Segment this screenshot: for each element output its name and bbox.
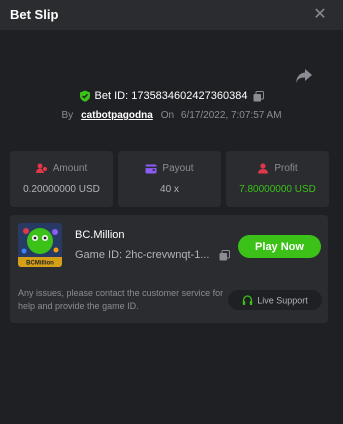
amount-card: Amount 0.20000000 USD (10, 151, 113, 207)
game-card: BCMillion BC.Million Game ID: 2hc-crevwn… (10, 215, 328, 323)
copy-icon[interactable] (253, 90, 265, 102)
by-label: By (61, 110, 74, 121)
on-label: On (160, 110, 175, 121)
bet-slip-header: Bet Slip ✕ (0, 0, 343, 30)
amount-value: 0.20000000 USD (23, 184, 100, 195)
bettor-username[interactable]: catbotpagodna (81, 110, 153, 121)
game-name: BC.Million (75, 229, 125, 241)
profit-value: 7.80000000 USD (239, 184, 316, 195)
payout-card: Payout 40 x (118, 151, 221, 207)
bet-id: Bet ID: 173583460242736038​4 (94, 90, 248, 103)
amount-label: Amount (52, 163, 88, 174)
bet-meta-row: By catbotpagodna On 6/17/2022, 7:07:57 AM (0, 110, 343, 124)
live-support-label: Live Support (257, 295, 308, 306)
amount-icon (35, 163, 48, 173)
game-thumbnail[interactable]: BCMillion (18, 223, 62, 267)
payout-label: Payout (162, 163, 194, 174)
share-icon[interactable] (295, 68, 313, 84)
support-note: Any issues, please contact the customer … (18, 288, 224, 311)
bet-datetime: 6/17/2022, 7:07:57 AM (180, 110, 282, 121)
profit-card: Profit 7.80000000 USD (226, 151, 329, 207)
play-now-button[interactable]: Play Now (238, 235, 321, 258)
wallet-icon (145, 164, 157, 174)
profit-icon (258, 163, 269, 174)
bet-id-row: Bet ID: 173583460242736038​4 (0, 90, 343, 106)
shield-check-icon (79, 90, 90, 102)
close-icon[interactable]: ✕ (312, 7, 328, 23)
payout-value: 40 x (160, 184, 179, 195)
live-support-button[interactable]: Live Support (228, 290, 322, 310)
game-logo: BCMillion (18, 223, 62, 267)
game-logo-text: BCMillion (26, 261, 54, 267)
game-id: Game ID: 2hc-crevwnqt-1... (75, 249, 210, 261)
headset-icon (243, 295, 253, 306)
page-title: Bet Slip (10, 7, 59, 22)
copy-icon[interactable] (219, 250, 230, 261)
profit-label: Profit (274, 163, 298, 174)
